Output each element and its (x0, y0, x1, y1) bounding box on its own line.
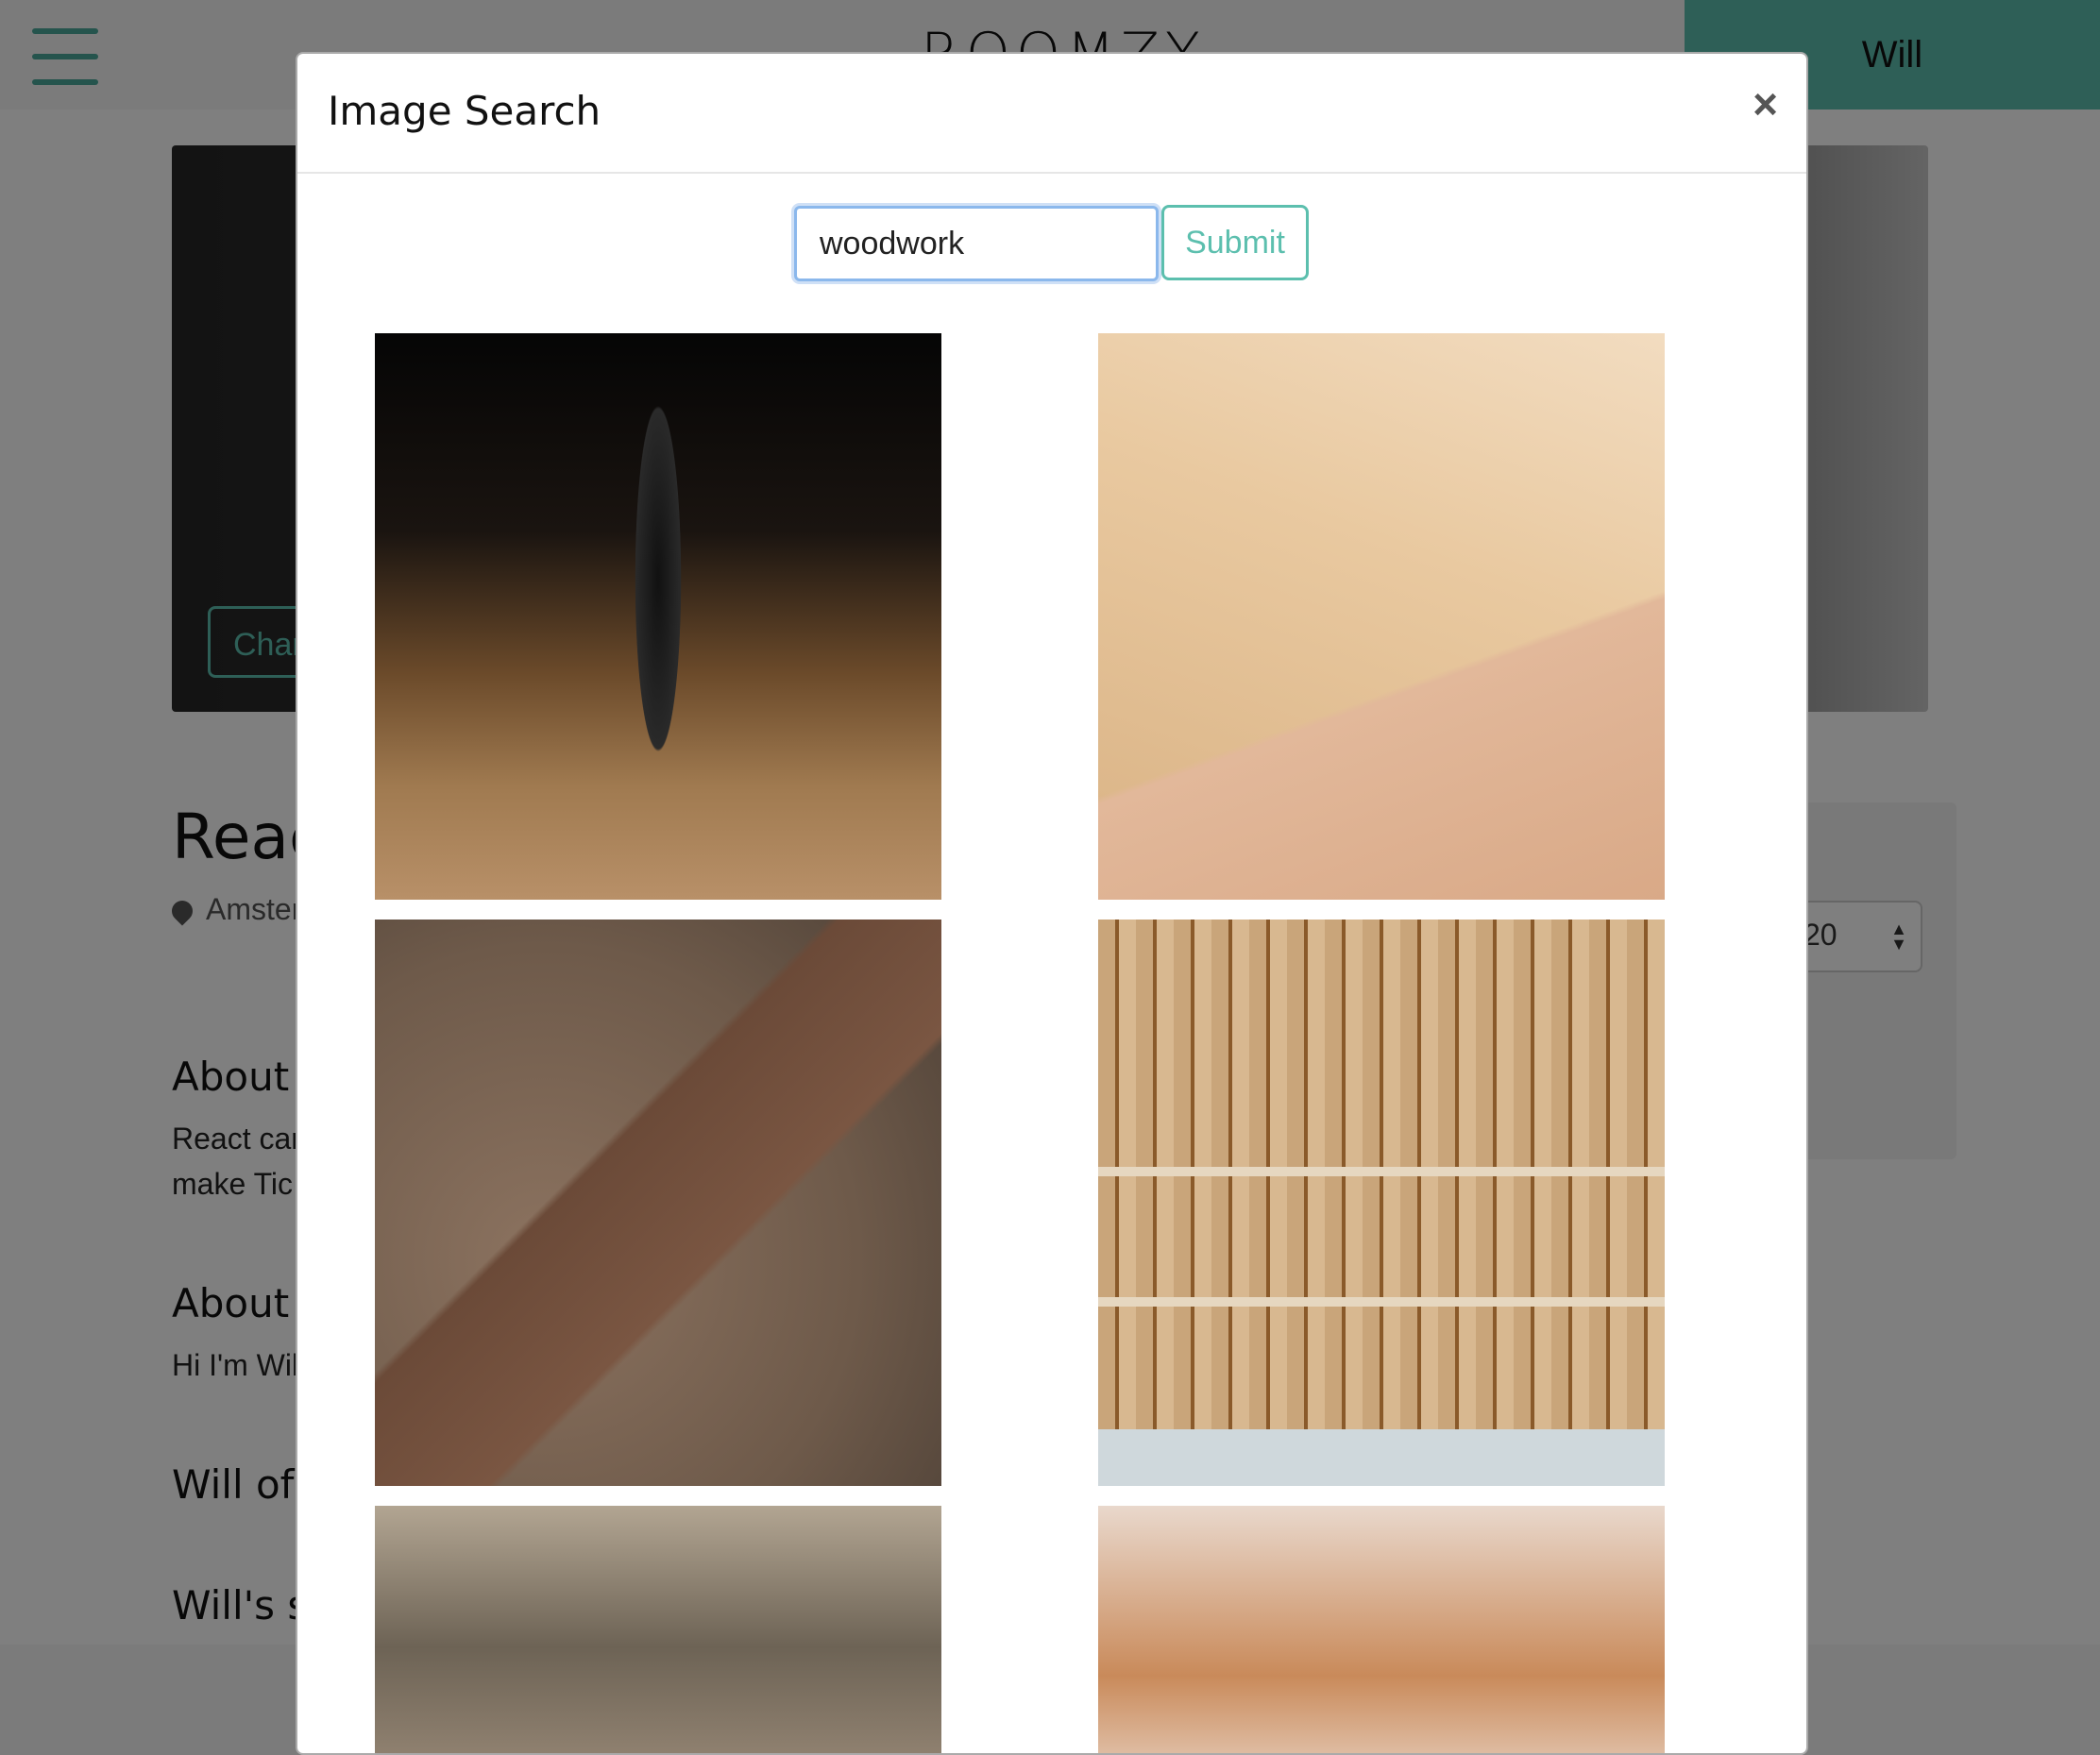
shelf-decoration (1098, 1167, 1665, 1176)
result-image-tool-rack[interactable] (1098, 920, 1665, 1486)
submit-button[interactable]: Submit (1161, 205, 1309, 280)
shelf-decoration (1098, 1297, 1665, 1307)
modal-title: Image Search (328, 88, 601, 134)
search-input[interactable] (794, 206, 1159, 281)
image-search-modal: Image Search × Submit (296, 52, 1808, 1755)
result-image-partial-2[interactable] (1098, 1506, 1665, 1753)
close-icon[interactable]: × (1753, 78, 1778, 129)
modal-header: Image Search × (297, 54, 1806, 174)
wall-decoration (1098, 1429, 1665, 1486)
result-image-sanding[interactable] (375, 920, 941, 1486)
result-image-drill[interactable] (375, 333, 941, 900)
result-image-partial-1[interactable] (375, 1506, 941, 1753)
result-image-chisel[interactable] (1098, 333, 1665, 900)
